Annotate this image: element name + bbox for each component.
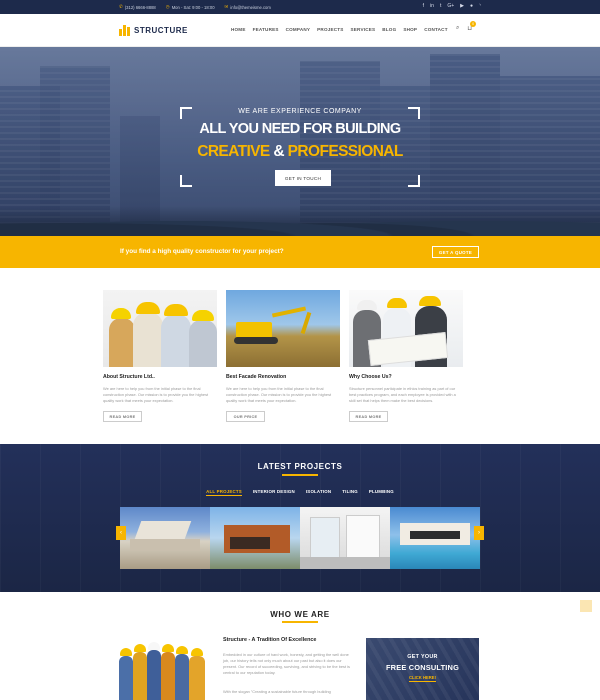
nav-blog[interactable]: BLOG — [382, 27, 396, 32]
feature-card: Best Facade Renovation We are here to he… — [226, 290, 340, 422]
hours-info: ◷ Mon - Sat: 9:00 - 18:00 — [166, 4, 215, 10]
filter-isolation[interactable]: ISOLATION — [306, 489, 331, 496]
flickr-icon[interactable]: ● — [470, 3, 473, 9]
mail-icon: ✉ — [224, 4, 229, 9]
title-underline — [282, 474, 318, 476]
phone-info: ✆ (312) 6666-8888 — [119, 4, 156, 10]
section-title: LATEST PROJECTS — [257, 462, 343, 471]
phone-text: (312) 6666-8888 — [124, 4, 156, 10]
phone-icon: ✆ — [119, 4, 123, 9]
cart-icon[interactable]: ⊔ 0 — [467, 21, 477, 32]
feature-card: About Structure Ltd.. We are here to hel… — [103, 290, 217, 422]
email-info[interactable]: ✉ info@themeisme.com — [225, 4, 271, 10]
project-image[interactable] — [390, 507, 480, 569]
title-underline — [282, 621, 318, 623]
search-icon[interactable]: ⌕ — [456, 25, 459, 32]
filter-tiling[interactable]: TILING — [342, 489, 358, 496]
logo-text: STRUCTURE — [134, 26, 188, 35]
feature-card: Why Choose Us? Structure personnel parti… — [349, 290, 463, 422]
engineers-image — [349, 290, 463, 367]
feature-title: About Structure Ltd.. — [103, 374, 155, 380]
logo[interactable]: STRUCTURE — [119, 25, 188, 36]
read-more-button[interactable]: READ MORE — [103, 411, 142, 422]
clock-icon: ◷ — [165, 4, 170, 9]
cta-bar: If you find a high quality constructor f… — [0, 236, 600, 268]
carousel-next-button[interactable]: › — [474, 526, 484, 540]
consult-line1: GET YOUR — [407, 654, 438, 660]
hero-kicker: WE ARE EXPERIENCE COMPANY — [238, 108, 362, 115]
nav-company[interactable]: COMPANY — [286, 27, 311, 32]
nav-shop[interactable]: SHOP — [403, 27, 417, 32]
consult-line2: FREE CONSULTING — [385, 663, 460, 672]
facebook-icon[interactable]: f — [423, 3, 424, 9]
rss-icon[interactable]: ◝ — [479, 3, 481, 9]
nav-contact[interactable]: CONTACT — [424, 27, 448, 32]
click-here-link[interactable]: CLICK HERE! — [366, 675, 479, 682]
team-image — [119, 638, 205, 700]
feature-desc: We are here to help you from the initial… — [103, 386, 209, 403]
main-nav: HOME FEATURES COMPANY PROJECTS SERVICES … — [231, 27, 448, 32]
about-title: Structure - A Tradition Of Excellence — [223, 637, 317, 643]
hero-subtitle: CREATIVE & PROFESSIONAL — [197, 143, 403, 160]
get-a-quote-button[interactable]: GET A QUOTE — [432, 246, 479, 258]
nav-services[interactable]: SERVICES — [351, 27, 376, 32]
feature-title: Why Choose Us? — [349, 374, 392, 380]
section-title: WHO WE ARE — [270, 610, 330, 619]
google-plus-icon[interactable]: G+ — [447, 3, 454, 9]
contact-info: ✆ (312) 6666-8888 ◷ Mon - Sat: 9:00 - 18:0… — [119, 4, 271, 10]
latest-projects-section: LATEST PROJECTS ALL PROJECTS INTERIOR DE… — [0, 444, 600, 592]
free-consulting-banner[interactable]: GET YOUR FREE CONSULTING CLICK HERE! — [366, 638, 479, 700]
cta-text: If you find a high quality constructor f… — [120, 248, 284, 255]
filter-plumbing[interactable]: PLUMBING — [369, 489, 394, 496]
project-filters: ALL PROJECTS INTERIOR DESIGN ISOLATION T… — [0, 489, 600, 496]
our-price-button[interactable]: OUR PRICE — [226, 411, 265, 422]
feature-title: Best Facade Renovation — [226, 374, 287, 380]
filter-interior-design[interactable]: INTERIOR DESIGN — [253, 489, 295, 496]
cart-badge: 0 — [470, 21, 477, 27]
get-in-touch-button[interactable]: GET IN TOUCH — [275, 170, 331, 186]
read-more-button[interactable]: READ MORE — [349, 411, 388, 422]
carousel-prev-button[interactable]: ‹ — [116, 526, 126, 540]
about-paragraph: With the slogan "Creating a sustainable … — [223, 689, 331, 694]
project-image[interactable] — [120, 507, 210, 569]
feature-desc: Structure personnel participate in ethic… — [349, 386, 456, 403]
top-bar: ✆ (312) 6666-8888 ◷ Mon - Sat: 9:00 - 18:0… — [0, 0, 600, 14]
youtube-icon[interactable]: ▶ — [460, 3, 464, 9]
hero-title: ALL YOU NEED FOR BUILDING — [199, 121, 401, 137]
hours-text: Mon - Sat: 9:00 - 18:00 — [171, 4, 215, 10]
social-links: f in t G+ ▶ ● ◝ — [423, 3, 481, 9]
project-image[interactable] — [300, 507, 390, 569]
nav-projects[interactable]: PROJECTS — [317, 27, 343, 32]
filter-all-projects[interactable]: ALL PROJECTS — [206, 489, 242, 496]
linkedin-icon[interactable]: in — [430, 3, 434, 9]
header-icons: ⌕ ⊔ 0 — [456, 21, 477, 32]
project-image[interactable] — [210, 507, 300, 569]
twitter-icon[interactable]: t — [440, 3, 441, 9]
workers-image — [103, 290, 217, 367]
excavator-image — [226, 290, 340, 367]
email-text[interactable]: info@themeisme.com — [230, 5, 271, 10]
nav-home[interactable]: HOME — [231, 27, 246, 32]
feature-desc: We are here to help you from the initial… — [226, 386, 332, 403]
nav-features[interactable]: FEATURES — [253, 27, 279, 32]
back-to-top-button[interactable] — [580, 600, 592, 612]
logo-icon — [119, 25, 130, 36]
site-header: STRUCTURE HOME FEATURES COMPANY PROJECTS… — [0, 14, 600, 47]
about-paragraph: Embedded in our culture of hard work, ho… — [223, 652, 350, 675]
